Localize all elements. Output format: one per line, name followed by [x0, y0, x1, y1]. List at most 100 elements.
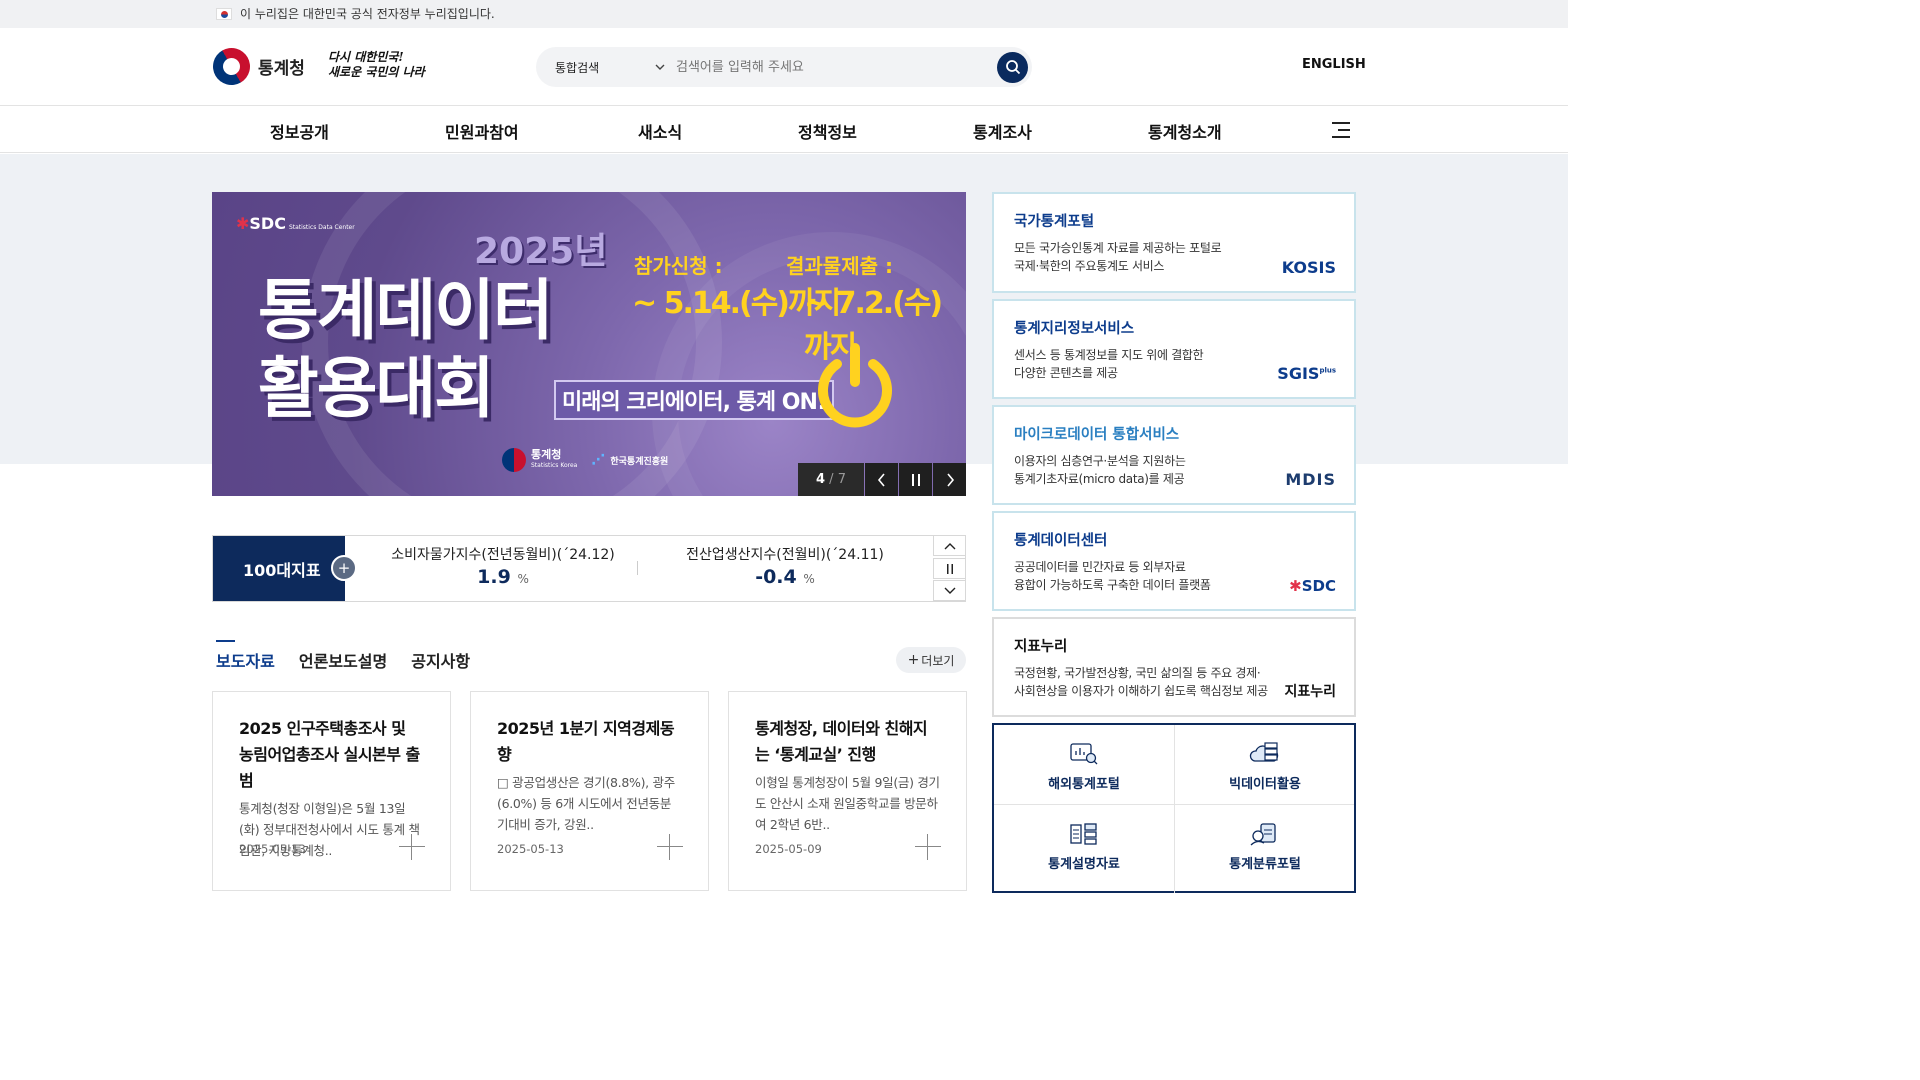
banner-controls: 4 / 7 — [798, 463, 966, 496]
service-title: 통계데이터센터 — [1014, 533, 1108, 549]
quick-link-stats-description[interactable]: 통계설명자료 — [994, 805, 1174, 885]
service-desc: 모든 국가승인통계 자료를 제공하는 포털로 — [1014, 241, 1222, 255]
tab-media-explanation[interactable]: 언론보도설명 — [299, 640, 387, 672]
indicator-title: 소비자물가지수(전년동월비)(´24.12) — [391, 547, 615, 563]
news-card-date: 2025-05-13 — [497, 842, 564, 856]
footer-logo-kspi: 한국통계진흥원 — [610, 456, 669, 467]
news-card-title: 통계청장, 데이터와 친해지는 ‘통계교실’ 진행 — [755, 719, 928, 764]
indicator-title: 전산업생산지수(전월비)(´24.11) — [686, 547, 884, 563]
quick-link-big-data[interactable]: 빅데이터활용 — [1175, 725, 1355, 805]
chart-search-icon — [1070, 743, 1098, 765]
news-card-date: 2025-05-13 — [239, 842, 306, 856]
chevron-down-icon — [944, 587, 955, 594]
banner-pause-button[interactable] — [899, 463, 932, 496]
service-card-index-nuri[interactable]: 지표누리 국정현황, 국가발전상황, 국민 삶의질 등 주요 경제· 사회현상을 … — [992, 617, 1356, 717]
plus-icon[interactable] — [915, 834, 941, 860]
plus-icon: + — [907, 652, 920, 668]
indicator-more-button[interactable]: + — [331, 555, 357, 581]
indicator-item[interactable]: 소비자물가지수(전년동월비)(´24.12) 1.9 % — [383, 544, 623, 588]
service-title: 국가통계포털 — [1014, 214, 1095, 230]
power-icon — [818, 343, 892, 428]
service-desc: 융합이 가능하도록 구축한 데이터 플랫폼 — [1014, 578, 1211, 592]
nav-item-policy[interactable]: 정책정보 — [798, 119, 857, 143]
nav-item-about[interactable]: 통계청소개 — [1148, 119, 1222, 143]
nav-item-survey[interactable]: 통계조사 — [973, 119, 1032, 143]
main-nav: 정보공개 민원과참여 새소식 정책정보 통계조사 통계청소개 — [0, 107, 1568, 153]
indicator-value: -0.4 — [755, 566, 797, 588]
indicator-down-button[interactable] — [933, 580, 966, 601]
search-icon — [1005, 60, 1020, 75]
quick-links: 해외통계포털 빅데이터활용 통계설명자료 통계분류포털 — [992, 723, 1356, 893]
service-card-sgis[interactable]: 통계지리정보서비스 센서스 등 통계정보를 지도 위에 결합한 다양한 콘텐츠를 … — [992, 299, 1356, 399]
logo-text: 통계청 — [258, 59, 305, 79]
indicator-value: 1.9 — [477, 566, 511, 588]
banner-title-line-1: 통계데이터 — [258, 272, 554, 349]
news-card-desc: □ 광공업생산은 경기(8.8%), 광주(6.0%) 등 6개 시도에서 전년… — [497, 775, 675, 832]
pause-icon — [946, 563, 953, 574]
banner-slogan: 미래의 크리에이터, 통계 ON! — [554, 380, 834, 420]
footer-logo-statistics-korea-en: Statistics Korea — [531, 462, 578, 469]
korea-flag-icon — [216, 7, 232, 20]
tab-press-release[interactable]: 보도자료 — [216, 640, 275, 672]
hero-banner[interactable]: ✱SDC Statistics Data Center 2025년 통계데이터 활… — [212, 192, 966, 496]
news-card[interactable]: 통계청장, 데이터와 친해지는 ‘통계교실’ 진행 이형일 통계청장이 5월 9… — [728, 691, 967, 891]
indicator-unit: % — [803, 572, 815, 586]
sdc-label: SDC — [249, 214, 286, 233]
service-title: 지표누리 — [1014, 639, 1068, 655]
service-card-sdc[interactable]: 통계데이터센터 공공데이터를 민간자료 등 외부자료 융합이 가능하도록 구축한 … — [992, 511, 1356, 611]
banner-submit-label: 결과물제출 : — [786, 254, 893, 278]
news-card-desc: 이형일 통계청장이 5월 9일(금) 경기도 안산시 소재 원일중학교를 방문하… — [755, 775, 940, 832]
sgis-logo-sup: plus — [1319, 366, 1336, 375]
english-link[interactable]: ENGLISH — [1302, 57, 1366, 72]
quick-link-overseas-stats[interactable]: 해외통계포털 — [994, 725, 1174, 805]
service-desc: 센서스 등 통계정보를 지도 위에 결합한 — [1014, 348, 1204, 362]
chevron-right-icon — [946, 472, 954, 487]
news-card-date: 2025-05-09 — [755, 842, 822, 856]
banner-title-line-2: 활용대회 — [258, 350, 495, 427]
gov-notice-text: 이 누리집은 대한민국 공식 전자정부 누리집입니다. — [240, 7, 495, 21]
banner-next-button[interactable] — [933, 463, 966, 496]
plus-icon[interactable] — [657, 834, 683, 860]
service-title: 통계지리정보서비스 — [1014, 321, 1135, 337]
news-card[interactable]: 2025년 1분기 지역경제동향 □ 광공업생산은 경기(8.8%), 광주(6… — [470, 691, 709, 891]
sdc-star-icon: ✱ — [1289, 577, 1302, 595]
search-scope-select[interactable]: 통합검색 — [536, 59, 666, 76]
nav-item-info-disclosure[interactable]: 정보공개 — [270, 119, 329, 143]
chevron-left-icon — [877, 472, 885, 487]
news-card[interactable]: 2025 인구주택총조사 및 농림어업총조사 실시본부 출범 통계청(청장 이형… — [212, 691, 451, 891]
service-card-kosis[interactable]: 국가통계포털 모든 국가승인통계 자료를 제공하는 포털로 국제·북한의 주요통계… — [992, 192, 1356, 293]
index-nuri-logo: 지표누리 — [1284, 684, 1336, 700]
clipboard-hand-icon — [1250, 823, 1276, 846]
hamburger-menu-icon[interactable] — [1332, 122, 1350, 138]
slogan-line-1: 다시 대한민국! — [328, 50, 404, 64]
search-input[interactable] — [676, 59, 997, 75]
kosis-logo: KOSIS — [1281, 258, 1336, 277]
service-desc: 국정현황, 국가발전상황, 국민 삶의질 등 주요 경제· — [1014, 666, 1261, 680]
banner-page-current: 4 — [816, 472, 826, 487]
sdc-small-text: Statistics Data Center — [288, 224, 355, 231]
tab-notice[interactable]: 공지사항 — [411, 640, 470, 672]
quick-link-label: 통계분류포털 — [1229, 857, 1301, 872]
indicator-up-button[interactable] — [933, 535, 966, 556]
indicator-pause-button[interactable] — [933, 558, 966, 579]
cloud-data-icon — [1249, 742, 1279, 762]
slogan-line-2: 새로운 국민의 나라 — [328, 65, 425, 79]
quick-link-classification-portal[interactable]: 통계분류포털 — [1175, 805, 1355, 885]
banner-prev-button[interactable] — [865, 463, 898, 496]
banner-title: 통계데이터 활용대회 — [258, 272, 554, 428]
statistics-korea-logo-icon — [502, 448, 526, 472]
site-logo[interactable]: 통계청 — [206, 41, 305, 92]
search-button[interactable] — [997, 51, 1028, 83]
nav-item-civil-participation[interactable]: 민원과참여 — [445, 119, 519, 143]
indicator-item[interactable]: 전산업생산지수(전월비)(´24.11) -0.4 % — [675, 544, 895, 588]
news-more-button[interactable]: + 더보기 — [896, 647, 966, 673]
site-header: 통계청 다시 대한민국! 새로운 국민의 나라 통합검색 ENGLISH — [0, 28, 1568, 106]
service-card-mdis[interactable]: 마이크로데이터 통합서비스 이용자의 심층연구·분석을 지원하는 통계기초자료(m… — [992, 405, 1356, 505]
news-card-title: 2025 인구주택총조사 및 농림어업총조사 실시본부 출범 — [239, 719, 420, 790]
document-grid-icon — [1070, 823, 1097, 845]
search-bar: 통합검색 — [536, 47, 1032, 87]
news-card-title: 2025년 1분기 지역경제동향 — [497, 719, 675, 764]
banner-sdc-logo: ✱SDC Statistics Data Center — [236, 214, 355, 233]
nav-item-news[interactable]: 새소식 — [638, 119, 682, 143]
plus-icon[interactable] — [399, 834, 425, 860]
